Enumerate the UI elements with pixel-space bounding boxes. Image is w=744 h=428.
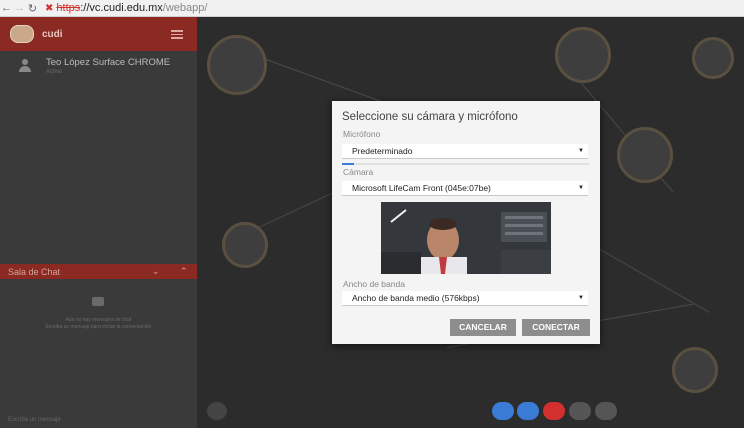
participant-bubble [555,27,611,83]
sidebar-header: cudi [0,17,197,51]
address-bar[interactable]: ✖ https://vc.cudi.edu.mx/webapp/ [45,2,207,14]
camera-label: Cámara [343,167,374,177]
chat-empty-hint: Escriba un mensaje para iniciar la conve… [45,324,152,330]
camera-select[interactable]: Microsoft LifeCam Front (045e:07be) ▼ [342,181,588,196]
chat-bubble-icon [92,297,104,306]
user-icon [18,59,32,73]
chat-header[interactable]: Sala de Chat ⌄ ⌃ [0,264,197,279]
dropdown-caret-icon: ▼ [578,295,584,301]
screen-share-icon[interactable] [569,402,591,420]
nav-left-button[interactable] [207,402,227,420]
hamburger-menu-icon[interactable] [171,30,183,41]
chat-input[interactable]: Escriba un mensaje [8,417,61,423]
sidebar-title: cudi [42,28,63,40]
connect-button[interactable]: CONECTAR [522,319,590,336]
mic-label: Micrófono [343,129,381,139]
bandwidth-label: Ancho de banda [343,279,405,289]
message-icon[interactable] [595,402,617,420]
sidebar: cudi Teo López Surface CHROME Activo Sal… [0,17,197,428]
avatar[interactable] [10,25,34,43]
dropdown-caret-icon: ▼ [578,148,584,154]
participant-item[interactable]: Teo López Surface CHROME Activo [0,51,197,85]
mic-level-meter [342,163,589,165]
device-select-dialog: Seleccione su cámara y micrófono Micrófo… [332,101,600,344]
participant-status: Activo [46,69,63,75]
participant-bubble [207,35,267,95]
dropdown-caret-icon: ▼ [578,185,584,191]
participant-bubble [672,347,718,393]
mic-select-value: Predeterminado [352,146,413,156]
browser-toolbar: ← → ↻ ✖ https://vc.cudi.edu.mx/webapp/ [0,0,744,17]
camera-select-value: Microsoft LifeCam Front (045e:07be) [352,183,491,193]
participant-name: Teo López Surface CHROME [46,57,171,68]
camera-icon[interactable] [492,402,514,420]
forward-arrow-icon[interactable]: → [13,2,26,14]
back-arrow-icon[interactable]: ← [0,2,13,14]
cancel-button[interactable]: CANCELAR [450,319,516,336]
bandwidth-select[interactable]: Ancho de banda medio (576kbps) ▼ [342,291,588,306]
chevron-down-icon[interactable]: ⌄ [152,266,160,277]
participant-bubble [617,127,673,183]
url-host: ://vc.cudi.edu.mx [80,2,163,14]
dialog-title: Seleccione su cámara y micrófono [342,111,518,123]
reload-icon[interactable]: ↻ [26,2,39,15]
broken-lock-icon: ✖ [45,2,54,14]
bandwidth-select-value: Ancho de banda medio (576kbps) [352,293,480,303]
chat-title: Sala de Chat [8,266,61,277]
participant-bubble [222,222,268,268]
mic-select[interactable]: Predeterminado ▼ [342,144,588,159]
participant-bubble [692,37,734,79]
camera-preview [381,202,551,274]
url-path: /webapp/ [162,2,208,14]
phone-icon[interactable] [517,402,539,420]
hangup-icon[interactable] [543,402,565,420]
chevron-up-icon[interactable]: ⌃ [180,266,188,277]
chat-empty-message: Aún no hay mensajes de chat [65,317,132,323]
url-scheme: https [56,2,81,14]
